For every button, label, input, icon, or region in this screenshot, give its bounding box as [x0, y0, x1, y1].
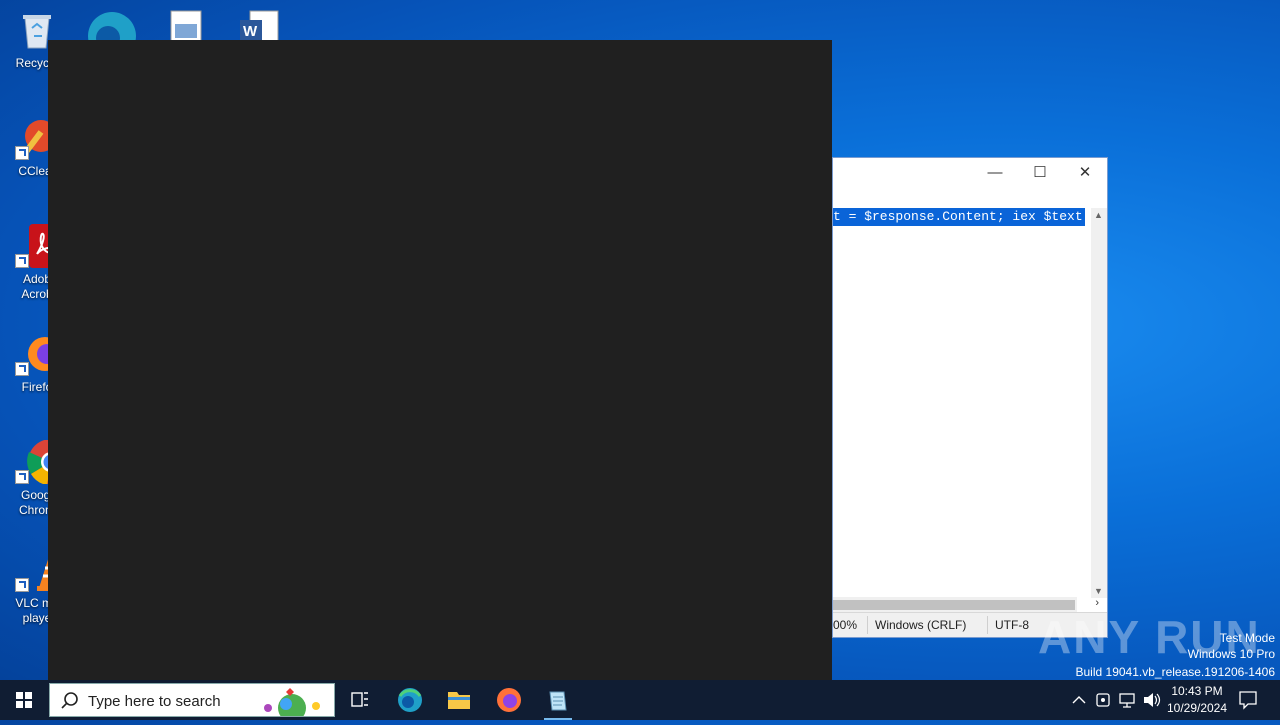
search-placeholder: Type here to search [88, 693, 221, 710]
minimize-button[interactable]: — [972, 158, 1018, 188]
clock-time: 10:43 PM [1171, 684, 1223, 698]
shortcut-arrow-icon [15, 146, 29, 160]
taskbar-firefox[interactable] [485, 680, 533, 720]
edge-icon [398, 688, 422, 712]
test-mode-label: Test Mode [1219, 631, 1275, 645]
taskbar: Type here to search 10:43 PM 10/29/2024 [0, 680, 1280, 720]
start-button[interactable] [0, 680, 48, 720]
selected-text: t = $response.Content; iex $text [833, 208, 1085, 226]
task-view-icon [351, 692, 368, 707]
chevron-up-icon [1072, 696, 1086, 704]
status-separator [987, 616, 988, 634]
search-icon [61, 692, 78, 709]
status-zoom: 00% [833, 618, 858, 632]
scroll-right-icon[interactable]: › [1095, 597, 1099, 609]
status-line-endings: Windows (CRLF) [875, 618, 967, 632]
scroll-down-icon[interactable]: ▼ [1094, 586, 1103, 596]
search-highlight-icon [264, 688, 320, 716]
notepad-icon [549, 691, 567, 711]
device-icon [1096, 693, 1110, 707]
scroll-up-icon[interactable]: ▲ [1094, 210, 1103, 220]
show-hidden-icons-button[interactable] [1068, 680, 1090, 720]
firefox-icon [497, 688, 521, 712]
taskbar-file-explorer[interactable] [435, 680, 483, 720]
vertical-scrollbar[interactable]: ▲ ▼ [1091, 208, 1107, 598]
tray-volume-icon[interactable] [1140, 680, 1162, 720]
volume-icon [1144, 693, 1161, 707]
action-center-button[interactable] [1236, 680, 1260, 720]
taskbar-notepad[interactable] [534, 680, 582, 720]
status-encoding: UTF-8 [995, 618, 1029, 632]
maximize-button[interactable]: ☐ [1017, 158, 1063, 188]
dark-application-window[interactable] [48, 40, 832, 680]
notepad-title-bar[interactable]: — ☐ ✕ [833, 158, 1107, 196]
close-button[interactable]: ✕ [1062, 158, 1108, 188]
taskbar-clock[interactable]: 10:43 PM 10/29/2024 [1160, 683, 1234, 717]
shortcut-arrow-icon [15, 254, 29, 268]
svg-text:W: W [243, 23, 258, 40]
tray-device-icon[interactable] [1092, 680, 1114, 720]
notepad-window[interactable]: — ☐ ✕ t = $response.Content; iex $text ▲… [832, 157, 1108, 638]
windows-logo-icon [16, 692, 32, 708]
file-explorer-icon [448, 692, 470, 709]
taskbar-edge[interactable] [386, 680, 434, 720]
task-view-button[interactable] [336, 680, 384, 720]
horizontal-scroll-thumb[interactable] [833, 600, 1075, 610]
notepad-text-area[interactable]: t = $response.Content; iex $text [833, 208, 1091, 598]
clock-date: 10/29/2024 [1166, 701, 1228, 715]
shortcut-arrow-icon [15, 470, 29, 484]
windows-edition-label: Windows 10 Pro [1187, 647, 1275, 661]
status-separator [867, 616, 868, 634]
notification-icon [1239, 691, 1257, 710]
tray-network-icon[interactable] [1116, 680, 1138, 720]
build-label: Build 19041.vb_release.191206-1406 [1075, 665, 1276, 679]
network-icon [1119, 693, 1135, 708]
shortcut-arrow-icon [15, 578, 29, 592]
search-box[interactable]: Type here to search [49, 683, 335, 717]
shortcut-arrow-icon [15, 362, 29, 376]
